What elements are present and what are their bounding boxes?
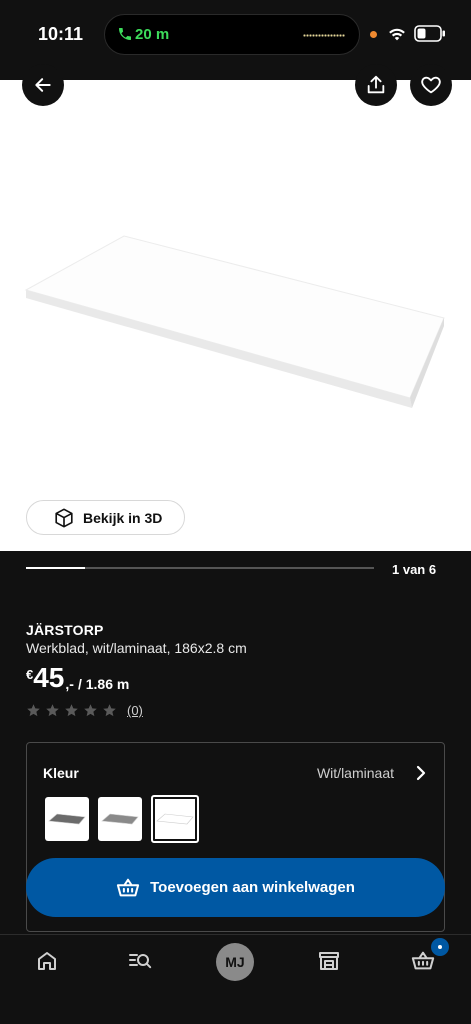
image-pager-track bbox=[26, 567, 374, 569]
chevron-right-icon[interactable] bbox=[414, 765, 428, 781]
profile-avatar[interactable]: MJ bbox=[216, 943, 254, 981]
image-pager-progress bbox=[26, 567, 86, 569]
search-icon[interactable] bbox=[128, 949, 152, 973]
price-main: 45 bbox=[33, 662, 65, 693]
arrow-left-icon bbox=[35, 78, 51, 92]
heart-icon bbox=[421, 76, 441, 94]
share-icon bbox=[367, 75, 385, 94]
back-button[interactable] bbox=[22, 64, 64, 106]
product-image-gallery[interactable]: Bekijk in 3D bbox=[0, 64, 471, 551]
price-suffix: ,- bbox=[65, 676, 74, 692]
dynamic-island-call[interactable]: 20 m bbox=[104, 14, 360, 55]
share-button[interactable] bbox=[355, 64, 397, 106]
add-to-cart-button[interactable]: Toevoegen aan winkelwagen bbox=[26, 858, 445, 917]
star-icon bbox=[27, 704, 40, 717]
star-icon bbox=[84, 704, 97, 717]
color-swatch-grey[interactable] bbox=[45, 797, 89, 841]
star-icon bbox=[46, 704, 59, 717]
rating-stars bbox=[26, 703, 121, 718]
mic-indicator-icon bbox=[370, 31, 377, 38]
view-3d-button[interactable]: Bekijk in 3D bbox=[26, 500, 185, 535]
product-image bbox=[24, 235, 445, 408]
bottom-navigation: MJ bbox=[0, 934, 471, 1024]
status-bar: 10:11 20 m bbox=[0, 0, 471, 80]
star-icon bbox=[65, 704, 78, 717]
color-label: Kleur bbox=[43, 765, 79, 781]
view-3d-label: Bekijk in 3D bbox=[83, 509, 163, 526]
basket-icon bbox=[117, 878, 140, 896]
color-swatch-grey-light[interactable] bbox=[98, 797, 142, 841]
color-swatches bbox=[45, 795, 208, 843]
star-icon bbox=[103, 704, 116, 717]
wifi-icon bbox=[389, 28, 405, 41]
home-icon[interactable] bbox=[35, 949, 59, 973]
product-rating[interactable]: (0) bbox=[26, 703, 143, 718]
color-swatch-white[interactable] bbox=[151, 795, 199, 843]
review-count-link[interactable]: (0) bbox=[127, 703, 143, 718]
battery-icon bbox=[414, 25, 445, 42]
audio-waveform-icon bbox=[303, 34, 345, 37]
cart-icon[interactable] bbox=[411, 949, 435, 973]
call-duration: 20 m bbox=[135, 26, 170, 43]
add-to-cart-label: Toevoegen aan winkelwagen bbox=[150, 879, 355, 896]
store-icon[interactable] bbox=[317, 949, 341, 973]
favourite-button[interactable] bbox=[410, 64, 452, 106]
color-value: Wit/laminaat bbox=[316, 765, 394, 781]
status-time: 10:11 bbox=[38, 24, 84, 44]
phone-icon bbox=[119, 28, 131, 40]
image-pager-label: 1 van 6 bbox=[392, 562, 437, 577]
product-price: € 45 ,- / 1.86 m bbox=[26, 662, 130, 693]
price-unit: / 1.86 m bbox=[77, 676, 130, 692]
cart-badge bbox=[431, 938, 449, 956]
product-name: JÄRSTORP bbox=[26, 622, 104, 638]
product-description: Werkblad, wit/laminaat, 186x2.8 cm bbox=[26, 640, 247, 656]
price-currency: € bbox=[26, 667, 34, 682]
cube-icon bbox=[55, 507, 73, 528]
